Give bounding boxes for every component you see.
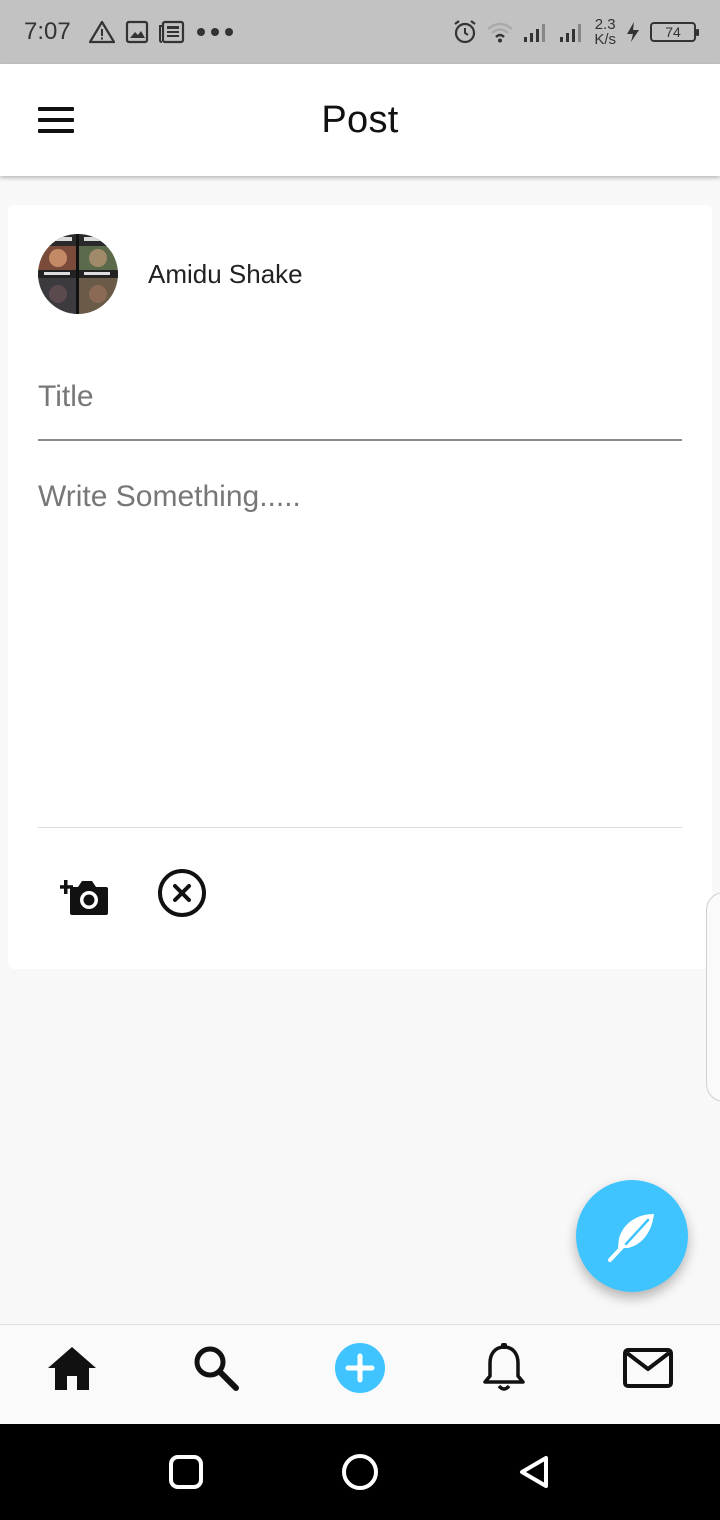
bell-icon bbox=[483, 1343, 525, 1391]
speed-value: 2.3 bbox=[594, 16, 616, 33]
signal-icon bbox=[524, 24, 546, 42]
feather-icon bbox=[608, 1214, 654, 1262]
home-circle-icon[interactable] bbox=[334, 1446, 386, 1498]
nav-home[interactable] bbox=[32, 1333, 112, 1403]
search-icon bbox=[194, 1346, 239, 1391]
nav-add[interactable] bbox=[320, 1333, 400, 1403]
author-name: Amidu Shake bbox=[148, 259, 303, 289]
publish-fab[interactable] bbox=[576, 1180, 688, 1292]
nav-messages[interactable] bbox=[608, 1333, 688, 1403]
bottom-navigation bbox=[0, 1324, 720, 1424]
title-input[interactable] bbox=[38, 357, 682, 441]
battery-level: 74 bbox=[650, 22, 699, 42]
body-input[interactable] bbox=[38, 480, 682, 820]
speed-unit: K/s bbox=[594, 31, 616, 48]
page-title: Post bbox=[321, 98, 399, 141]
back-triangle-icon[interactable] bbox=[508, 1446, 560, 1498]
nav-search[interactable] bbox=[176, 1333, 256, 1403]
post-composer-card: Amidu Shake bbox=[8, 205, 712, 969]
status-system-icons: 2.3 K/s 74 bbox=[452, 17, 699, 47]
more-dots-icon bbox=[196, 28, 233, 36]
recents-square-icon[interactable] bbox=[160, 1446, 212, 1498]
network-speed: 2.3 K/s bbox=[594, 17, 616, 47]
add-circle-icon bbox=[335, 1343, 385, 1393]
news-icon bbox=[158, 20, 184, 44]
divider bbox=[38, 827, 682, 828]
system-navigation-bar bbox=[0, 1424, 720, 1520]
avatar[interactable] bbox=[38, 234, 118, 314]
home-icon bbox=[48, 1347, 96, 1390]
add-photo-icon[interactable] bbox=[59, 869, 112, 917]
cancel-circle-icon[interactable] bbox=[156, 867, 208, 919]
status-bar: 7:07 2.3 K/s 74 bbox=[0, 0, 720, 64]
nav-notifications[interactable] bbox=[464, 1333, 544, 1403]
wifi-icon bbox=[487, 22, 514, 43]
mail-icon bbox=[623, 1348, 673, 1388]
image-icon bbox=[125, 20, 148, 44]
app-bar: Post bbox=[0, 64, 720, 176]
warning-icon bbox=[88, 20, 115, 44]
charging-icon bbox=[627, 22, 639, 42]
alarm-icon bbox=[454, 20, 476, 44]
signal-icon bbox=[560, 24, 582, 42]
status-time: 7:07 bbox=[24, 18, 71, 45]
hamburger-menu-icon[interactable] bbox=[30, 100, 80, 140]
status-notification-icons bbox=[88, 20, 235, 44]
edge-panel-handle[interactable] bbox=[706, 892, 720, 1102]
